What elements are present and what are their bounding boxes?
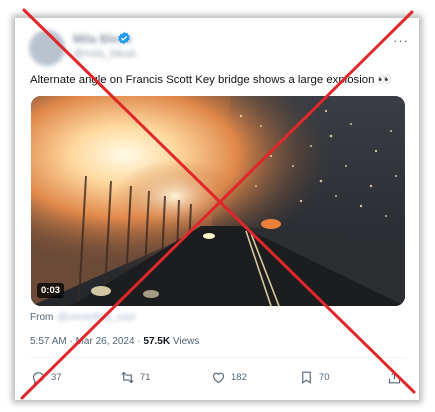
video-frame [31, 96, 405, 306]
share-button[interactable] [387, 368, 402, 386]
bookmark-count: 70 [319, 371, 330, 383]
views-count: 57.5K [143, 336, 171, 347]
like-icon [212, 372, 225, 383]
views-label: Views [170, 336, 200, 347]
like-button[interactable]: 182 [211, 368, 247, 386]
repost-icon [121, 371, 134, 383]
bookmark-icon [302, 371, 311, 384]
post-text: Alternate angle on Francis Scott Key bri… [30, 74, 392, 86]
share-icon [388, 370, 401, 383]
post-header: Mila Blesk @mila_blesk ··· [15, 18, 419, 68]
verified-badge-icon [118, 31, 130, 45]
like-count: 182 [231, 371, 247, 383]
repost-count: 71 [140, 371, 151, 383]
post-timestamp[interactable]: 5:57 AM · Mar 26, 2024 · [30, 336, 143, 347]
post-card[interactable]: Mila Blesk @mila_blesk ··· Alternate ang… [15, 18, 419, 400]
from-attribution: From @unverified_user [30, 312, 136, 323]
reply-icon [32, 371, 45, 384]
video-duration-badge: 0:03 [37, 283, 65, 298]
action-bar: 37 71 182 70 [15, 368, 419, 392]
repost-button[interactable]: 71 [120, 368, 151, 386]
reply-button[interactable]: 37 [31, 368, 62, 386]
video-player[interactable]: 0:03 [31, 96, 405, 306]
bookmark-button[interactable]: 70 [299, 368, 330, 386]
from-source-link[interactable]: @unverified_user [57, 312, 136, 323]
avatar[interactable] [29, 30, 65, 66]
author-handle[interactable]: @mila_blesk [73, 48, 136, 60]
post-meta: 5:57 AM · Mar 26, 2024 · 57.5K Views [30, 336, 199, 347]
from-label: From [30, 312, 54, 323]
more-options-button[interactable]: ··· [393, 34, 409, 47]
reply-count: 37 [51, 371, 62, 383]
divider [30, 357, 406, 358]
